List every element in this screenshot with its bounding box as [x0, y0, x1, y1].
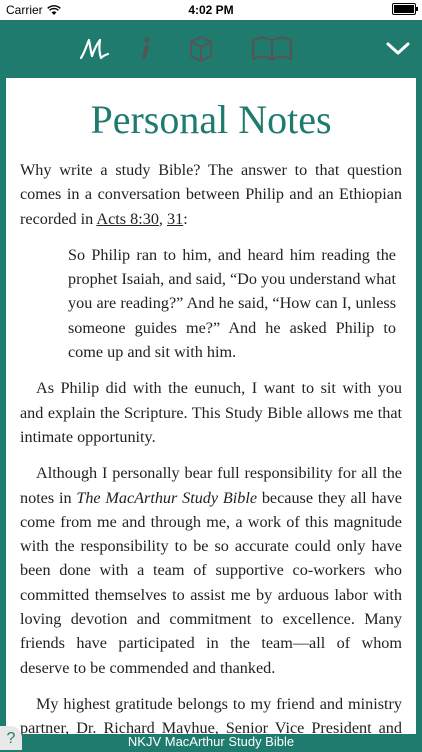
book-icon[interactable] [250, 30, 294, 68]
book-title: The MacArthur Study Bible [76, 488, 258, 507]
paragraph-separator: , [158, 209, 168, 228]
footer-bar: NKJV MacArthur Study Bible [0, 734, 422, 750]
chevron-down-icon[interactable] [382, 30, 414, 68]
status-bar: Carrier 4:02 PM [0, 0, 422, 20]
notes-page: Personal Notes Why write a study Bible? … [6, 78, 416, 734]
block-quote: So Philip ran to him, and heard him read… [68, 245, 396, 362]
info-icon[interactable] [130, 30, 160, 68]
help-button[interactable]: ? [0, 726, 22, 750]
paragraph-text: Why write a study Bible? The answer to t… [20, 161, 402, 228]
clock: 4:02 PM [188, 3, 234, 17]
cube-icon[interactable] [184, 30, 218, 68]
paragraph: My highest gratitude belongs to my frien… [20, 694, 402, 734]
battery-icon [392, 3, 418, 15]
scripture-link[interactable]: 31 [167, 210, 183, 228]
paragraph-text: because they all have come from me and t… [20, 488, 402, 677]
scripture-link[interactable]: Acts 8:30 [96, 210, 159, 228]
page-title: Personal Notes [90, 97, 332, 142]
battery-group [392, 3, 418, 15]
paragraph: Why write a study Bible? The answer to t… [20, 158, 402, 231]
paragraph: As Philip did with the eunuch, I want to… [20, 379, 402, 446]
footer-title: NKJV MacArthur Study Bible [127, 734, 295, 749]
signature-icon[interactable] [74, 30, 114, 68]
paragraph: Although I personally bear full responsi… [20, 461, 402, 680]
article-body: Why write a study Bible? The answer to t… [20, 158, 402, 734]
toolbar [0, 20, 422, 78]
paragraph-text: : [183, 209, 188, 228]
